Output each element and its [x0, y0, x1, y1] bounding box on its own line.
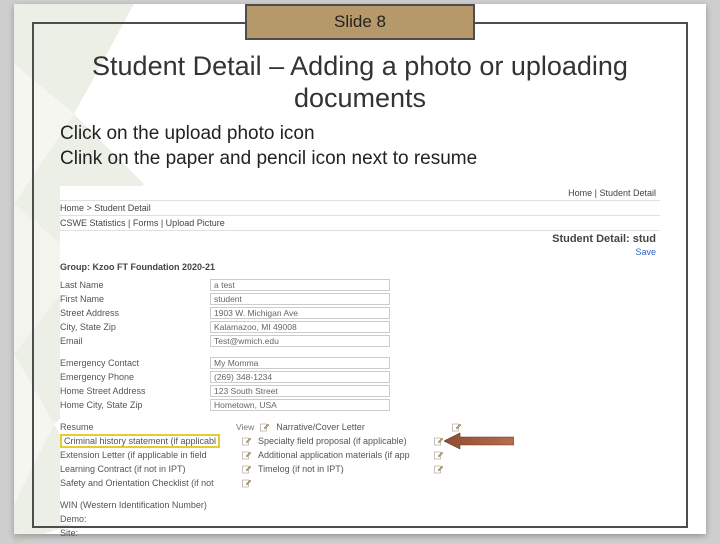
field-input[interactable]: student [210, 293, 390, 305]
form-row: Site: [60, 526, 660, 540]
form-row: Last Namea test [60, 278, 660, 292]
tab-strip: CSWE Statistics | Forms | Upload Picture [60, 216, 660, 231]
form-row: Demo: [60, 512, 660, 526]
crumb-top: Home | Student Detail [60, 186, 660, 201]
field-label: Site: [60, 528, 210, 538]
slide-title: Student Detail – Adding a photo or uploa… [54, 50, 666, 115]
edit-pencil-icon[interactable] [260, 422, 270, 432]
form-row: Home City, State ZipHometown, USA [60, 398, 660, 412]
document-row: Criminal history statement (if applicabl… [60, 434, 660, 448]
save-link[interactable]: Save [635, 247, 656, 257]
form-row: Home Street Address123 South Street [60, 384, 660, 398]
field-label: Demo: [60, 514, 210, 524]
doc-label-left: Safety and Orientation Checklist (if not [60, 478, 230, 488]
group-label: Group: Kzoo FT Foundation 2020-21 [60, 260, 660, 278]
highlighted-doc-label: Criminal history statement (if applicabl [60, 434, 220, 448]
document-row: Learning Contract (if not in IPT) Timelog… [60, 462, 660, 476]
field-input[interactable]: Kalamazoo, MI 49008 [210, 321, 390, 333]
breadcrumb: Home > Student Detail [60, 201, 660, 216]
doc-label-right: Specialty field proposal (if applicable) [258, 436, 428, 446]
form-row: EmailTest@wmich.edu [60, 334, 660, 348]
view-link[interactable]: View [236, 422, 254, 432]
instruction-line-2: Clink on the paper and pencil icon next … [60, 147, 477, 172]
document-row: Extension Letter (if applicable in field… [60, 448, 660, 462]
doc-label-right: Timelog (if not in IPT) [258, 464, 428, 474]
form-row: Street Address1903 W. Michigan Ave [60, 306, 660, 320]
document-row: Resume View Narrative/Cover Letter [60, 420, 660, 434]
form-row: First Namestudent [60, 292, 660, 306]
detail-header: Student Detail: stud [60, 231, 660, 247]
doc-label-left: Resume [60, 422, 230, 432]
instruction-block: Click on the upload photo icon Clink on … [60, 122, 477, 171]
edit-pencil-icon[interactable] [452, 422, 462, 432]
edit-pencil-icon[interactable] [242, 464, 252, 474]
edit-pencil-icon[interactable] [242, 450, 252, 460]
screenshot-embed: Home | Student Detail Home > Student Det… [60, 186, 660, 524]
field-input[interactable]: 123 South Street [210, 385, 390, 397]
field-label: Emergency Phone [60, 372, 210, 382]
form-row: City, State ZipKalamazoo, MI 49008 [60, 320, 660, 334]
slide-number-text: Slide 8 [334, 12, 386, 32]
doc-label-left: Learning Contract (if not in IPT) [60, 464, 230, 474]
field-input[interactable]: 1903 W. Michigan Ave [210, 307, 390, 319]
edit-pencil-icon[interactable] [242, 436, 252, 446]
edit-pencil-icon[interactable] [242, 478, 252, 488]
field-label: Emergency Contact [60, 358, 210, 368]
field-input[interactable]: a test [210, 279, 390, 291]
doc-label-left: Extension Letter (if applicable in field [60, 450, 230, 460]
doc-label-right: Additional application materials (if app [258, 450, 428, 460]
field-input[interactable]: Hometown, USA [210, 399, 390, 411]
doc-label-right: Narrative/Cover Letter [276, 422, 446, 432]
doc-label-left: Criminal history statement (if applicabl [60, 434, 230, 448]
form-row: WIN (Western Identification Number) [60, 498, 660, 512]
slide-number-tab: Slide 8 [245, 4, 475, 40]
field-input[interactable]: Test@wmich.edu [210, 335, 390, 347]
field-label: City, State Zip [60, 322, 210, 332]
document-row: Safety and Orientation Checklist (if not [60, 476, 660, 490]
edit-pencil-icon[interactable] [434, 436, 444, 446]
form-row: Emergency ContactMy Momma [60, 356, 660, 370]
edit-pencil-icon[interactable] [434, 464, 444, 474]
field-input[interactable]: My Momma [210, 357, 390, 369]
form-row: Emergency Phone(269) 348-1234 [60, 370, 660, 384]
slide-canvas: Slide 8 Student Detail – Adding a photo … [14, 4, 706, 534]
field-input[interactable]: (269) 348-1234 [210, 371, 390, 383]
field-label: First Name [60, 294, 210, 304]
field-label: WIN (Western Identification Number) [60, 500, 210, 510]
edit-pencil-icon[interactable] [434, 450, 444, 460]
field-label: Email [60, 336, 210, 346]
instruction-line-1: Click on the upload photo icon [60, 122, 477, 147]
field-label: Home City, State Zip [60, 400, 210, 410]
field-label: Last Name [60, 280, 210, 290]
field-label: Home Street Address [60, 386, 210, 396]
field-label: Street Address [60, 308, 210, 318]
